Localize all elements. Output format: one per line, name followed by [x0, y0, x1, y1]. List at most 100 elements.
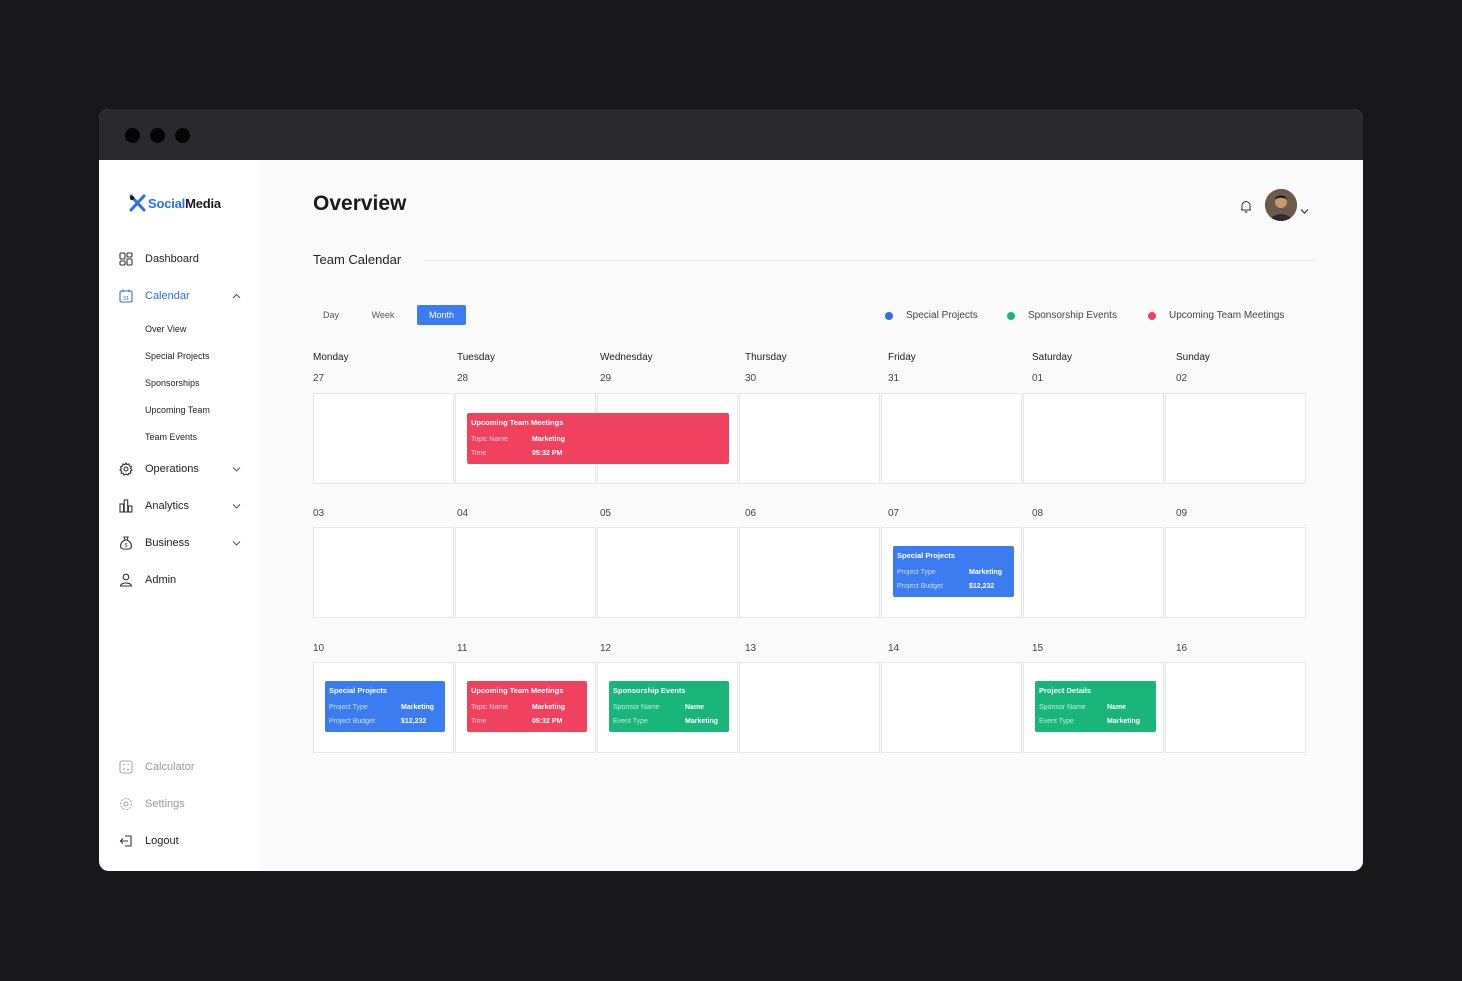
section-divider	[424, 260, 1316, 261]
event-field-value: Marketing	[401, 703, 435, 711]
date-number: 13	[745, 643, 757, 654]
event-field-value: Name	[685, 703, 705, 711]
calculator-icon	[119, 760, 133, 774]
legend-label: Upcoming Team Meetings	[1169, 310, 1285, 321]
day-cell[interactable]	[1165, 662, 1306, 753]
day-cell[interactable]	[597, 527, 738, 618]
day-cell[interactable]	[313, 527, 454, 618]
nav-label: Logout	[145, 835, 179, 847]
sidebar: Social Media Dashboard 31 Calendar Over V…	[99, 160, 260, 871]
date-number: 05	[600, 508, 612, 519]
event-title: Upcoming Team Meetings	[471, 418, 564, 427]
date-number: 11	[457, 643, 468, 654]
minimize-window-dot[interactable]	[150, 128, 165, 143]
day-cell[interactable]	[455, 527, 596, 618]
event-card-sponsorship-events[interactable]: Sponsorship Events Sponsor Name Name Even…	[609, 681, 729, 732]
date-number: 27	[313, 373, 325, 384]
day-cell[interactable]	[881, 393, 1022, 484]
brand-name-part1: Social	[148, 195, 186, 211]
maximize-window-dot[interactable]	[175, 128, 190, 143]
view-week-button[interactable]: Week	[361, 305, 405, 325]
window-titlebar	[99, 109, 1363, 160]
nav-label: Operations	[145, 463, 199, 475]
subnav-item-sponsorships[interactable]: Sponsorships	[145, 378, 200, 388]
nav-item-admin[interactable]: Admin	[119, 573, 241, 587]
event-card-project-details[interactable]: Project Details Sponsor Name Name Event T…	[1035, 681, 1156, 732]
event-card-upcoming-team-meetings[interactable]: Upcoming Team Meetings Topic Name Marketi…	[467, 681, 587, 732]
app-window: Social Media Dashboard 31 Calendar Over V…	[99, 109, 1363, 871]
event-field-label: Project Budget	[329, 718, 375, 726]
nav-item-calendar[interactable]: 31 Calendar	[119, 289, 241, 303]
settings-icon	[119, 797, 133, 811]
view-month-button[interactable]: Month	[417, 305, 466, 325]
day-cell[interactable]	[739, 393, 880, 484]
day-cell[interactable]	[739, 527, 880, 618]
legend-upcoming-team-meetings: Upcoming Team Meetings	[1148, 310, 1284, 321]
event-title: Special Projects	[329, 686, 387, 695]
date-number: 29	[600, 373, 612, 384]
chevron-down-icon[interactable]	[232, 537, 241, 549]
nav-item-analytics[interactable]: Analytics	[119, 499, 241, 513]
day-cell[interactable]	[739, 662, 880, 753]
gear-icon	[119, 462, 133, 476]
date-number: 12	[600, 643, 612, 654]
day-cell[interactable]	[881, 662, 1022, 753]
nav-item-settings[interactable]: Settings	[119, 797, 241, 811]
subnav-item-upcoming-team[interactable]: Upcoming Team	[145, 405, 210, 415]
nav-item-calculator[interactable]: Calculator	[119, 760, 241, 774]
date-number: 04	[457, 508, 469, 519]
day-cell[interactable]	[1165, 393, 1306, 484]
event-field-value: Marketing	[1107, 718, 1141, 726]
nav-label: Analytics	[145, 500, 190, 512]
event-title: Project Details	[1039, 686, 1092, 695]
event-card-upcoming-team-meetings[interactable]: Upcoming Team Meetings Topic Name Marketi…	[467, 413, 729, 464]
event-card-special-projects[interactable]: Special Projects Project Type Marketing P…	[893, 546, 1014, 597]
nav-item-dashboard[interactable]: Dashboard	[119, 252, 241, 266]
analytics-icon	[119, 499, 133, 513]
date-number: 03	[313, 508, 325, 519]
day-name-tuesday: Tuesday	[457, 352, 495, 363]
date-number: 10	[313, 643, 325, 654]
logout-icon	[119, 834, 133, 848]
svg-text:31: 31	[123, 296, 129, 302]
legend-label: Sponsorship Events	[1028, 310, 1117, 321]
close-window-dot[interactable]	[125, 128, 140, 143]
chevron-down-icon[interactable]	[1300, 201, 1309, 219]
nav-label: Business	[145, 537, 190, 549]
date-number: 16	[1176, 643, 1188, 654]
bell-icon[interactable]	[1240, 200, 1252, 218]
event-field-label: Topic Name	[471, 435, 508, 443]
avatar[interactable]	[1265, 189, 1297, 221]
nav-item-business[interactable]: $ Business	[119, 536, 241, 550]
day-name-thursday: Thursday	[745, 352, 787, 363]
subnav-item-team-events[interactable]: Team Events	[145, 432, 197, 442]
date-number: 09	[1176, 508, 1188, 519]
nav-label: Settings	[145, 798, 185, 810]
section-title: Team Calendar	[313, 252, 402, 267]
day-cell[interactable]	[1165, 527, 1306, 618]
event-card-special-projects[interactable]: Special Projects Project Type Marketing P…	[325, 681, 445, 732]
nav-item-logout[interactable]: Logout	[119, 834, 241, 848]
date-number: 06	[745, 508, 757, 519]
nav-label: Admin	[145, 574, 177, 586]
view-day-button[interactable]: Day	[313, 305, 349, 325]
date-number: 14	[888, 643, 900, 654]
chevron-down-icon[interactable]	[232, 463, 241, 475]
subnav-item-overview[interactable]: Over View	[145, 324, 186, 334]
legend-sponsorship-events: Sponsorship Events	[1007, 310, 1117, 321]
event-field-value: Marketing	[532, 435, 566, 443]
subnav-item-special-projects[interactable]: Special Projects	[145, 351, 210, 361]
event-field-label: Time	[471, 450, 487, 458]
day-cell[interactable]	[313, 393, 454, 484]
date-number: 31	[888, 373, 900, 384]
nav-label: Calculator	[145, 761, 195, 773]
nav-item-operations[interactable]: Operations	[119, 462, 241, 476]
legend-dot	[885, 311, 893, 320]
chevron-down-icon[interactable]	[232, 500, 241, 512]
day-cell[interactable]	[1023, 393, 1164, 484]
event-field-value: Marketing	[532, 703, 566, 711]
chevron-up-icon[interactable]	[232, 290, 241, 302]
brand-logo[interactable]: Social Media	[128, 193, 221, 213]
day-cell[interactable]	[1023, 527, 1164, 618]
date-number: 15	[1032, 643, 1044, 654]
